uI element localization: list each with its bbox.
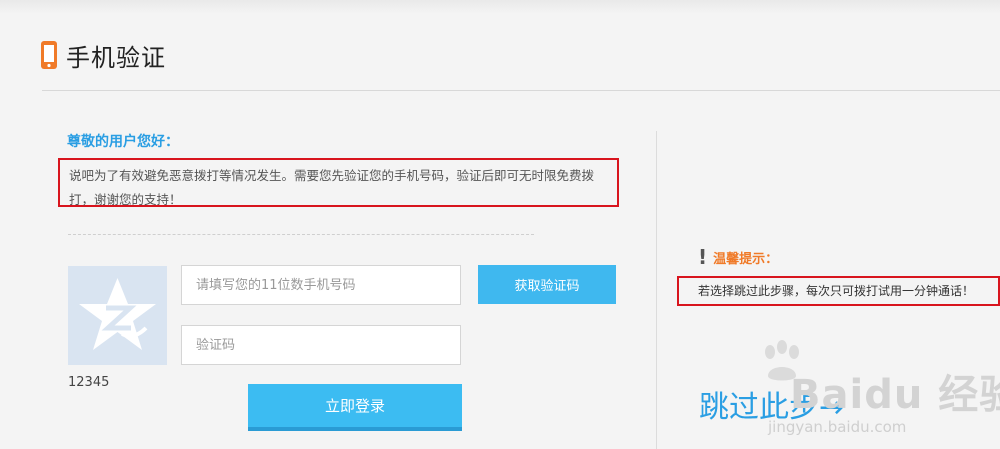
user-id-text: 12345 bbox=[68, 375, 110, 390]
page-title: 手机验证 bbox=[66, 43, 166, 72]
dashed-divider bbox=[68, 234, 534, 235]
column-divider bbox=[656, 131, 657, 449]
avatar bbox=[68, 266, 167, 365]
get-verification-code-button[interactable]: 获取验证码 bbox=[478, 265, 616, 304]
verification-code-input[interactable] bbox=[181, 325, 461, 365]
baidu-watermark: Baidu 经验 bbox=[790, 372, 1000, 418]
qq-star-icon bbox=[79, 278, 156, 350]
notice-line-2: 打，谢谢您的支持！ bbox=[69, 192, 182, 207]
notice-line-1: 说吧为了有效避免恶意拨打等情况发生。需要您先验证您的手机号码，验证后即可无时限免… bbox=[69, 168, 595, 183]
verification-notice: 说吧为了有效避免恶意拨打等情况发生。需要您先验证您的手机号码，验证后即可无时限免… bbox=[58, 158, 619, 207]
warm-tip-text: 若选择跳过此步骤，每次只可拨打试用一分钟通话！ bbox=[677, 276, 1000, 306]
phone-number-input[interactable] bbox=[181, 265, 461, 305]
warm-tip-header: ! 温馨提示： bbox=[698, 245, 778, 269]
phone-verification-page: 手机验证 尊敬的用户您好： 说吧为了有效避免恶意拨打等情况发生。需要您先验证您的… bbox=[0, 0, 1000, 449]
exclamation-icon: ! bbox=[698, 245, 708, 269]
header-divider bbox=[42, 90, 1000, 91]
page-header: 手机验证 bbox=[40, 38, 166, 72]
phone-icon bbox=[41, 41, 57, 69]
warm-tip-title: 温馨提示： bbox=[713, 251, 779, 267]
login-now-button[interactable]: 立即登录 bbox=[248, 384, 462, 431]
greeting-text: 尊敬的用户您好： bbox=[67, 134, 179, 150]
top-decorative-strip bbox=[0, 0, 1000, 14]
baidu-watermark-url: jingyan.baidu.com bbox=[768, 418, 907, 436]
